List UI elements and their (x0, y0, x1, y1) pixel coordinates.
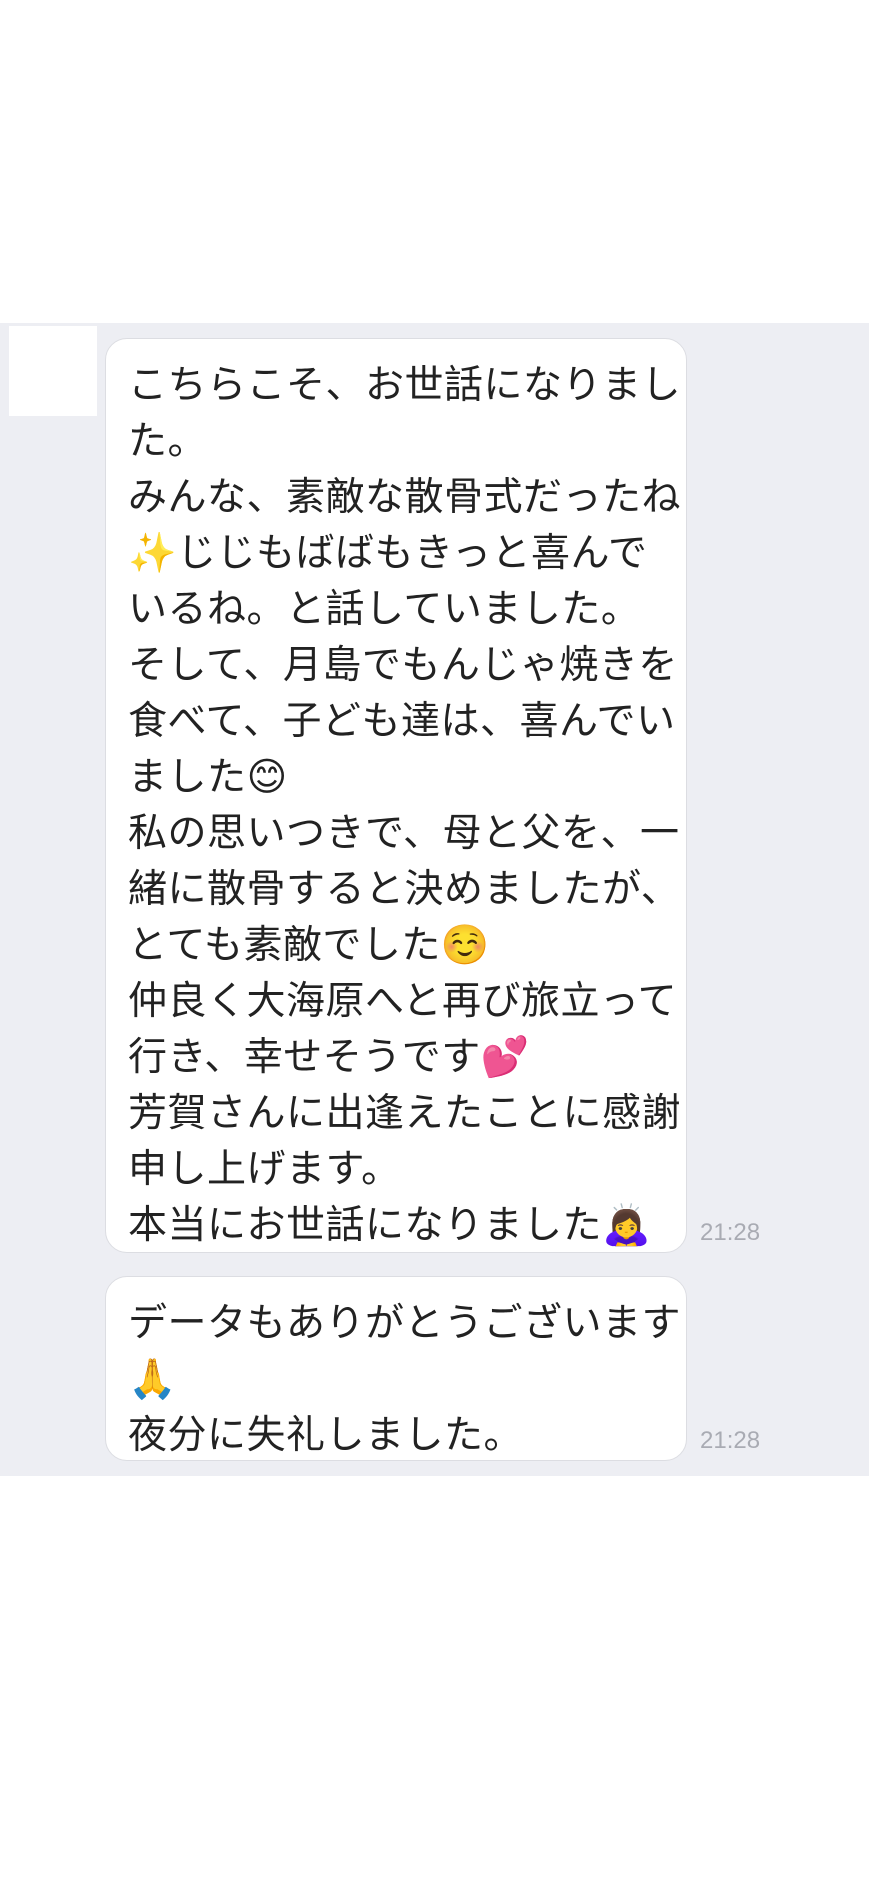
message-line: 本当にお世話になりました🙇‍♀️ (128, 1203, 652, 1248)
message-line: た。 (128, 419, 208, 464)
bottom-blank-area (0, 1476, 869, 1883)
message-line: 芳賀さんに出逢えたことに感謝 (128, 1091, 682, 1136)
message-line: ました😊 (128, 755, 288, 800)
message-line: 食べて、子ども達は、喜んでい (128, 699, 676, 744)
message-line: 夜分に失礼しました。 (128, 1413, 524, 1458)
message-line: ✨じじもばばもきっと喜んで (128, 531, 648, 576)
message-line: 🙏 (128, 1357, 178, 1402)
message-line: 申し上げます。 (128, 1147, 401, 1192)
message-line: 行き、幸せそうです💕 (128, 1035, 530, 1080)
message-line: データもありがとうございます (128, 1301, 682, 1346)
message-line: 緒に散骨すると決めましたが、 (128, 867, 681, 912)
message-timestamp: 21:28 (700, 1219, 761, 1246)
message-line: こちらこそ、お世話になりまし (128, 363, 682, 408)
message-line: そして、月島でもんじゃ焼きを (128, 643, 678, 688)
message-line: みんな、素敵な散骨式だったね (128, 475, 682, 520)
message-line: とても素敵でした☺️ (128, 923, 490, 968)
top-blank-area (0, 0, 869, 324)
message-bubble[interactable]: こちらこそ、お世話になりまし た。 みんな、素敵な散骨式だったね ✨じじもばばも… (105, 338, 687, 1253)
avatar[interactable] (9, 326, 97, 416)
message-line: 私の思いつきで、母と父を、一 (128, 811, 680, 856)
message-line: いるね。と話していました。 (128, 587, 641, 632)
message-timestamp: 21:28 (700, 1427, 761, 1454)
message-bubble[interactable]: データもありがとうございます 🙏 夜分に失礼しました。 (105, 1276, 687, 1461)
message-line: 仲良く大海原へと再び旅立って (128, 979, 678, 1024)
